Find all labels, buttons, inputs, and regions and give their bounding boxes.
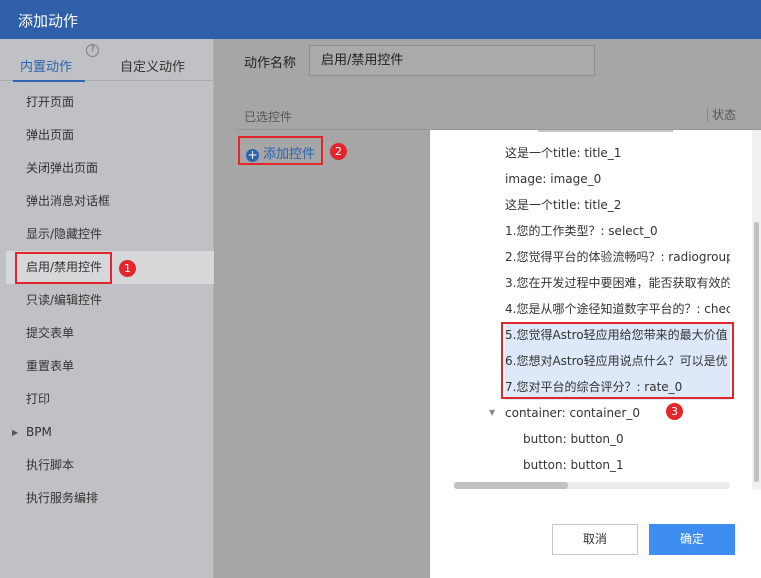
tree-node[interactable]: 这是一个title: title_2 xyxy=(505,192,621,218)
tree-node[interactable]: 4.您是从哪个途径知道数字平台的？: chec xyxy=(505,296,730,322)
annotation-badge-2: 2 xyxy=(330,143,347,160)
tree-node[interactable]: button: button_0 xyxy=(523,426,624,452)
tree-node-container[interactable]: container: container_0 xyxy=(505,400,640,426)
dialog-header: 添加动作 xyxy=(0,0,761,39)
menu-item-label: 显示/隐藏控件 xyxy=(26,227,103,241)
tree-node[interactable]: button: button_1 xyxy=(523,452,624,478)
status-header: 状态 xyxy=(707,108,736,122)
annotation-box-1 xyxy=(15,252,112,284)
cancel-button[interactable]: 取消 xyxy=(552,524,638,555)
menu-item-run-orchestration[interactable]: 执行服务编排 xyxy=(0,482,214,515)
menu-item-readonly-edit[interactable]: 只读/编辑控件 xyxy=(0,284,214,317)
action-name-label: 动作名称 xyxy=(244,56,297,71)
selected-controls-header: 已选控件 xyxy=(244,110,293,124)
menu-item-submit-form[interactable]: 提交表单 xyxy=(0,317,214,350)
caret-right-icon[interactable]: ▶ xyxy=(12,416,18,449)
action-name-input[interactable]: 启用/禁用控件 xyxy=(309,45,595,76)
tab-builtin-actions[interactable]: 内置动作 xyxy=(12,56,86,82)
tree-node[interactable]: 3.您在开发过程中要困难，能否获取有效的 xyxy=(505,270,730,296)
menu-item-label: 弹出页面 xyxy=(26,128,75,142)
menu-item-label: 弹出消息对话框 xyxy=(26,194,111,208)
ok-button[interactable]: 确定 xyxy=(649,524,735,555)
menu-item-popup-page[interactable]: 弹出页面 xyxy=(0,119,214,152)
menu-item-message-dialog[interactable]: 弹出消息对话框 xyxy=(0,185,214,218)
left-panel: 内置动作 ? 自定义动作 打开页面 弹出页面 关闭弹出页面 弹出消息对话框 显示… xyxy=(0,39,214,578)
menu-item-label: 打印 xyxy=(26,392,51,406)
tree-node[interactable]: 1.您的工作类型？: select_0 xyxy=(505,218,658,244)
annotation-box-3 xyxy=(501,322,734,399)
menu-item-bpm[interactable]: ▶ BPM xyxy=(0,416,214,449)
vertical-scrollbar-thumb[interactable] xyxy=(754,222,759,482)
menu-item-open-page[interactable]: 打开页面 xyxy=(0,86,214,119)
menu-item-label: 打开页面 xyxy=(26,95,75,109)
tree-node[interactable]: 这是一个title: title_1 xyxy=(505,140,621,166)
menu-item-show-hide[interactable]: 显示/隐藏控件 xyxy=(0,218,214,251)
tree-node[interactable]: image: image_0 xyxy=(505,166,601,192)
action-menu: 打开页面 弹出页面 关闭弹出页面 弹出消息对话框 显示/隐藏控件 启用/禁用控件… xyxy=(0,86,214,515)
action-tabs: 内置动作 ? 自定义动作 xyxy=(0,39,214,82)
tab-custom-actions[interactable]: 自定义动作 xyxy=(120,56,185,75)
cut-off-row xyxy=(538,130,673,132)
menu-item-label: 执行服务编排 xyxy=(26,491,99,505)
annotation-badge-3: 3 xyxy=(666,403,683,420)
menu-item-label: BPM xyxy=(26,425,52,439)
menu-item-close-popup[interactable]: 关闭弹出页面 xyxy=(0,152,214,185)
header-title: 添加动作 xyxy=(18,12,79,30)
menu-item-print[interactable]: 打印 xyxy=(0,383,214,416)
control-tree: 这是一个title: title_1 image: image_0 这是一个ti… xyxy=(454,130,730,490)
menu-item-run-script[interactable]: 执行脚本 xyxy=(0,449,214,482)
menu-item-label: 关闭弹出页面 xyxy=(26,161,99,175)
tree-node[interactable]: 2.您觉得平台的体验流畅吗？: radiogroup xyxy=(505,244,730,270)
menu-item-label: 重置表单 xyxy=(26,359,75,373)
annotation-badge-1: 1 xyxy=(119,260,136,277)
help-icon[interactable]: ? xyxy=(86,44,99,57)
horizontal-scrollbar-thumb[interactable] xyxy=(454,482,568,489)
menu-item-reset-form[interactable]: 重置表单 xyxy=(0,350,214,383)
menu-item-label: 只读/编辑控件 xyxy=(26,293,103,307)
caret-down-icon[interactable]: ▼ xyxy=(489,400,495,426)
menu-item-label: 提交表单 xyxy=(26,326,75,340)
menu-item-label: 执行脚本 xyxy=(26,458,75,472)
annotation-box-2 xyxy=(238,136,323,165)
